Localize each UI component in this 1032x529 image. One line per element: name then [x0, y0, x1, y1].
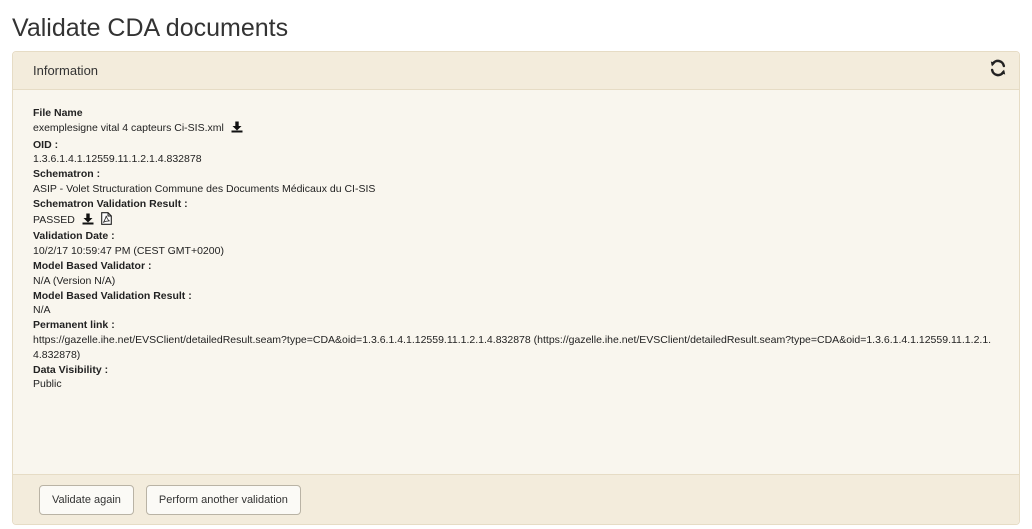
oid-value: 1.3.6.1.4.1.12559.11.1.2.1.4.832878 [33, 153, 202, 166]
permanent-link-label: Permanent link : [33, 319, 115, 332]
schematron-result-value: PASSED [33, 213, 75, 226]
schematron-result-row: PASSED [33, 211, 999, 230]
file-name-row: exemplesigne vital 4 capteurs Ci-SIS.xml [33, 121, 999, 138]
oid-label: OID : [33, 138, 59, 151]
schematron-result-label: Schematron Validation Result : [33, 197, 188, 210]
model-validator-label: Model Based Validator : [33, 259, 152, 272]
model-result-label: Model Based Validation Result : [33, 289, 192, 302]
file-name-value: exemplesigne vital 4 capteurs Ci-SIS.xml [33, 121, 224, 134]
page-title: Validate CDA documents [12, 14, 289, 42]
file-name-label: File Name [33, 107, 83, 119]
perform-another-validation-button[interactable]: Perform another validation [145, 484, 301, 515]
pdf-icon[interactable] [100, 211, 112, 230]
download-icon[interactable] [82, 213, 94, 230]
data-visibility-value: Public [33, 378, 62, 391]
information-panel: Information File Name exemplesigne vital… [12, 51, 1020, 525]
model-validator-value: N/A (Version N/A) [33, 274, 116, 287]
download-icon[interactable] [231, 121, 243, 138]
page: Validate CDA documents Information File … [0, 0, 1032, 529]
validation-date-value: 10/2/17 10:59:47 PM (CEST GMT+0200) [33, 245, 224, 258]
panel-body: File Name exemplesigne vital 4 capteurs … [13, 90, 1019, 392]
panel-footer: Validate again Perform another validatio… [13, 474, 1019, 524]
schematron-value: ASIP - Volet Structuration Commune des D… [33, 182, 376, 195]
permanent-link-value[interactable]: https://gazelle.ihe.net/EVSClient/detail… [33, 333, 999, 363]
validation-date-label: Validation Date : [33, 230, 115, 243]
data-visibility-label: Data Visibility : [33, 363, 109, 376]
validate-again-button[interactable]: Validate again [39, 484, 134, 515]
refresh-icon[interactable] [989, 59, 1007, 82]
panel-heading: Information [13, 52, 1019, 90]
schematron-label: Schematron : [33, 168, 101, 181]
panel-heading-label: Information [33, 63, 99, 78]
model-result-value: N/A [33, 304, 51, 317]
